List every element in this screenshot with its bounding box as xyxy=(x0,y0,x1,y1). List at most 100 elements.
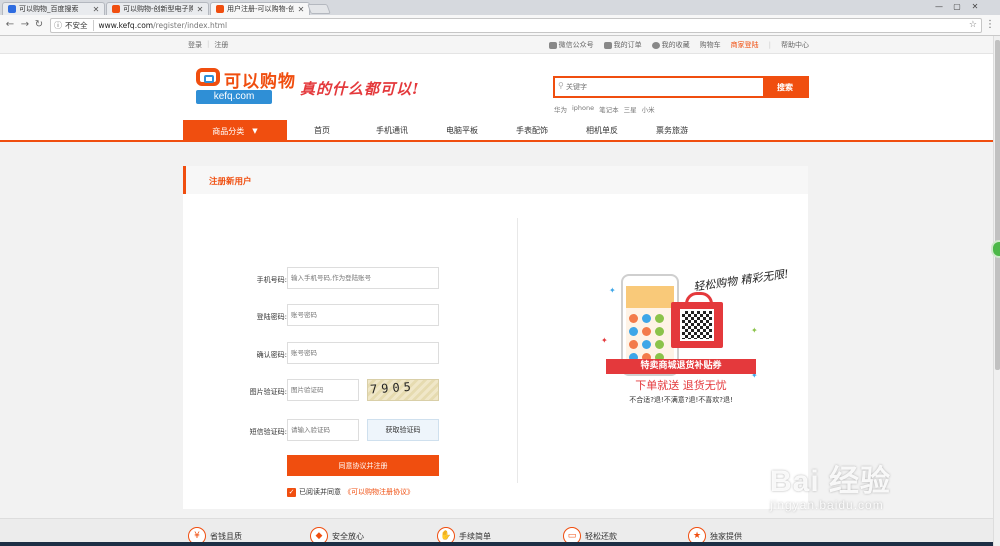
baidu-favicon-icon xyxy=(8,5,16,13)
browser-toolbar: ← → ↻ ⓘ 不安全 www.kefq.com/register/index.… xyxy=(0,15,1000,36)
close-icon[interactable]: ✕ xyxy=(92,5,100,14)
floating-widget-icon[interactable] xyxy=(991,240,1000,258)
tab-title: 可以购物-创新型电子购物 xyxy=(123,5,193,13)
captcha-input[interactable] xyxy=(287,379,359,401)
main-nav: 商品分类 ▼ 首页 手机通讯 电脑平板 手表配饰 相机单反 票务旅游 xyxy=(0,120,993,142)
hot-word[interactable]: 笔记本 xyxy=(599,104,619,114)
agreement-link[interactable]: 《可以购物注册协议》 xyxy=(344,487,414,497)
tab-title: 用户注册-可以购物-创新 xyxy=(227,5,294,13)
shopping-bag-qr-icon xyxy=(671,292,723,348)
password-input[interactable] xyxy=(287,304,439,326)
register-panel: 注册新用户 手机号码: 登陆密码: 确认密码: 图片验证码: 7905 短信验证… xyxy=(183,166,808,509)
close-icon[interactable]: ✕ xyxy=(196,5,204,14)
agreement-checkbox[interactable]: ✓ xyxy=(287,487,296,497)
captcha-text: 7905 xyxy=(369,379,416,397)
reload-icon[interactable]: ↻ xyxy=(33,19,45,31)
search-icon: ⚲ xyxy=(558,81,564,90)
hot-word[interactable]: iphone xyxy=(572,104,594,114)
my-orders-link[interactable]: 我的订单 xyxy=(603,40,642,50)
orders-icon xyxy=(603,41,612,49)
hot-word[interactable]: 三星 xyxy=(624,104,637,114)
maximize-icon[interactable]: ▢ xyxy=(948,0,966,12)
register-link[interactable]: 注册 xyxy=(214,40,228,50)
search-button[interactable]: 搜索 xyxy=(763,78,807,96)
register-heading: 注册新用户 xyxy=(209,177,252,187)
site-top-bar: 登录 | 注册 微信公众号 我的订单 我的收藏 购物车 商家登陆 | 帮助中心 xyxy=(0,36,993,54)
window-controls: — ▢ ✕ xyxy=(930,0,984,12)
panel-divider xyxy=(517,218,518,483)
new-tab-button[interactable] xyxy=(307,4,331,14)
nav-link-home[interactable]: 首页 xyxy=(287,125,357,136)
logo-mark-icon xyxy=(196,68,220,86)
wechat-icon xyxy=(548,41,557,49)
browser-tab-shop-home[interactable]: 可以购物-创新型电子购物 ✕ xyxy=(106,2,209,15)
baidu-jingyan-watermark: Bai 经验 jingyan.baidu.com xyxy=(770,456,892,512)
browser-tab-baidu[interactable]: 可以购物_百度搜索 ✕ xyxy=(2,2,105,15)
search-input[interactable] xyxy=(566,80,756,94)
slogan: 真的什么都可以! xyxy=(300,80,420,98)
browser-menu-icon[interactable]: ⋮ xyxy=(985,19,995,30)
watermark-sub: jingyan.baidu.com xyxy=(770,498,884,512)
promo-graphic: 轻松购物 精彩无限! ✦ ✦ ✦ ✦ 特卖商城退货补贴券 下单就送 退货无忧 不… xyxy=(601,266,789,416)
site-header: 可以购物 kefq.com 真的什么都可以! ⚲ 搜索 华为 iphone 笔记… xyxy=(0,54,993,120)
shop-favicon-icon xyxy=(112,5,120,13)
shop-favicon-icon xyxy=(216,5,224,13)
hot-word[interactable]: 小米 xyxy=(642,104,655,114)
confirm-password-input[interactable] xyxy=(287,342,439,364)
logo-brand-text: 可以购物 xyxy=(224,72,296,92)
forward-arrow-icon[interactable]: → xyxy=(19,19,31,31)
nav-link-cameras[interactable]: 相机单反 xyxy=(567,125,637,136)
back-arrow-icon[interactable]: ← xyxy=(4,19,16,31)
logo-domain-text: kefq.com xyxy=(196,90,272,104)
tab-title: 可以购物_百度搜索 xyxy=(19,5,79,13)
bookmark-star-icon[interactable]: ☆ xyxy=(969,20,977,30)
hot-word[interactable]: 华为 xyxy=(554,104,567,114)
phone-label: 手机号码: xyxy=(256,276,287,284)
site-logo[interactable]: 可以购物 kefq.com xyxy=(196,68,296,110)
info-icon[interactable]: ⓘ xyxy=(54,20,62,31)
sparkle-icon: ✦ xyxy=(751,326,758,335)
help-center-link[interactable]: 帮助中心 xyxy=(781,40,809,50)
agreement-row: ✓ 已阅读并同意 《可以购物注册协议》 xyxy=(287,487,414,497)
close-icon[interactable]: ✕ xyxy=(297,5,305,14)
nav-link-phones[interactable]: 手机通讯 xyxy=(357,125,427,136)
minimize-icon[interactable]: — xyxy=(930,0,948,12)
category-label: 商品分类 xyxy=(212,126,245,136)
search-box: ⚲ 搜索 xyxy=(553,76,809,98)
sms-code-input[interactable] xyxy=(287,419,359,441)
nav-link-watches[interactable]: 手表配饰 xyxy=(497,125,567,136)
password-label: 登陆密码: xyxy=(256,313,287,321)
watermark-main: Bai 经验 xyxy=(770,465,892,498)
scrollbar-thumb[interactable] xyxy=(995,40,1000,370)
hot-words: 华为 iphone 笔记本 三星 小米 xyxy=(554,104,655,114)
captcha-label: 图片验证码: xyxy=(249,388,287,396)
sms-code-label: 短信验证码: xyxy=(249,428,287,436)
promo-script-text: 轻松购物 精彩无限! xyxy=(692,267,790,294)
wechat-link[interactable]: 微信公众号 xyxy=(548,40,594,50)
login-link[interactable]: 登录 xyxy=(188,40,202,50)
my-favorites-link[interactable]: 我的收藏 xyxy=(651,40,690,50)
nav-link-tickets[interactable]: 票务旅游 xyxy=(637,125,707,136)
nav-link-computers[interactable]: 电脑平板 xyxy=(427,125,497,136)
get-sms-code-button[interactable]: 获取验证码 xyxy=(367,419,439,441)
agreement-prefix: 已阅读并同意 xyxy=(299,488,341,496)
cart-link[interactable]: 购物车 xyxy=(700,40,721,50)
browser-tab-register[interactable]: 用户注册-可以购物-创新 ✕ xyxy=(210,2,310,15)
os-taskbar xyxy=(0,542,993,546)
category-menu-button[interactable]: 商品分类 ▼ xyxy=(183,120,287,142)
promo-ribbon: 特卖商城退货补贴券 xyxy=(606,359,756,374)
promo-tagline: 下单就送 退货无忧 xyxy=(635,379,727,392)
promo-return-note: 不合适?退!不满意?退!不喜欢?退! xyxy=(629,396,733,404)
captcha-image[interactable]: 7905 xyxy=(367,379,439,401)
separator: | xyxy=(207,40,210,48)
agree-and-register-button[interactable]: 同意协议并注册 xyxy=(287,455,439,476)
close-window-icon[interactable]: ✕ xyxy=(966,0,984,12)
address-bar[interactable]: ⓘ 不安全 www.kefq.com/register/index.html ☆ xyxy=(50,18,982,33)
separator: | xyxy=(768,41,771,49)
qr-code-icon xyxy=(680,309,714,341)
phone-input[interactable] xyxy=(287,267,439,289)
merchant-login-link[interactable]: 商家登陆 xyxy=(731,40,759,50)
page-scrollbar[interactable] xyxy=(993,36,1000,546)
caret-down-icon: ▼ xyxy=(252,127,258,135)
url-text: www.kefq.com/register/index.html xyxy=(98,21,228,30)
